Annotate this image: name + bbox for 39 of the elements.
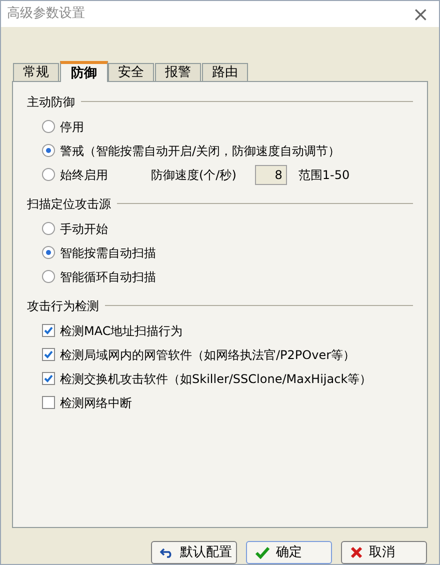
checkbox[interactable] bbox=[42, 324, 55, 338]
close-icon bbox=[350, 546, 363, 559]
option-label: 检测网络中断 bbox=[60, 394, 132, 412]
checkbox[interactable] bbox=[42, 348, 55, 362]
tab[interactable]: 常规 bbox=[13, 62, 59, 81]
radio-button[interactable] bbox=[42, 144, 55, 158]
option-label: 检测MAC地址扫描行为 bbox=[60, 322, 183, 340]
radio-button[interactable] bbox=[42, 222, 55, 236]
radio-button[interactable] bbox=[42, 120, 55, 134]
option-label: 智能循环自动扫描 bbox=[60, 268, 156, 286]
group-title: 主动防御 bbox=[27, 94, 75, 111]
option-label: 始终启用 bbox=[60, 166, 108, 184]
option-label: 检测交换机攻击软件（如Skiller/SSClone/MaxHijack等） bbox=[60, 370, 372, 388]
option-label: 智能按需自动扫描 bbox=[60, 244, 156, 262]
tab[interactable]: 安全 bbox=[108, 62, 154, 81]
window-title: 高级参数设置 bbox=[7, 5, 85, 24]
option-label: 警戒（智能按需自动开启/关闭，防御速度自动调节） bbox=[60, 142, 340, 160]
group-title: 扫描定位攻击源 bbox=[27, 196, 111, 213]
radio-button[interactable] bbox=[42, 168, 55, 182]
radio-button[interactable] bbox=[42, 246, 55, 260]
speed-label: 防御速度(个/秒) bbox=[151, 166, 236, 184]
tab[interactable]: 路由 bbox=[202, 62, 248, 81]
range-label: 范围1-50 bbox=[298, 166, 350, 184]
checkbox[interactable] bbox=[42, 396, 55, 410]
cancel-button[interactable]: 取消 bbox=[341, 541, 427, 564]
tab[interactable]: 防御 bbox=[60, 60, 108, 82]
radio-button[interactable] bbox=[42, 270, 55, 284]
ok-button[interactable]: 确定 bbox=[246, 541, 332, 564]
option-label: 停用 bbox=[60, 118, 84, 136]
checkbox[interactable] bbox=[42, 372, 55, 386]
close-button[interactable]: × bbox=[408, 4, 433, 24]
option-label: 手动开始 bbox=[60, 220, 108, 238]
reset-button[interactable]: 默认配置 bbox=[151, 541, 237, 564]
checkmark-icon bbox=[255, 546, 270, 559]
undo-icon bbox=[160, 548, 174, 558]
speed-field[interactable]: 8 bbox=[255, 164, 288, 185]
tab[interactable]: 报警 bbox=[155, 62, 201, 81]
group-title: 攻击行为检测 bbox=[27, 298, 99, 315]
option-label: 检测局域网内的网管软件（如网络执法官/P2POver等） bbox=[60, 346, 356, 364]
